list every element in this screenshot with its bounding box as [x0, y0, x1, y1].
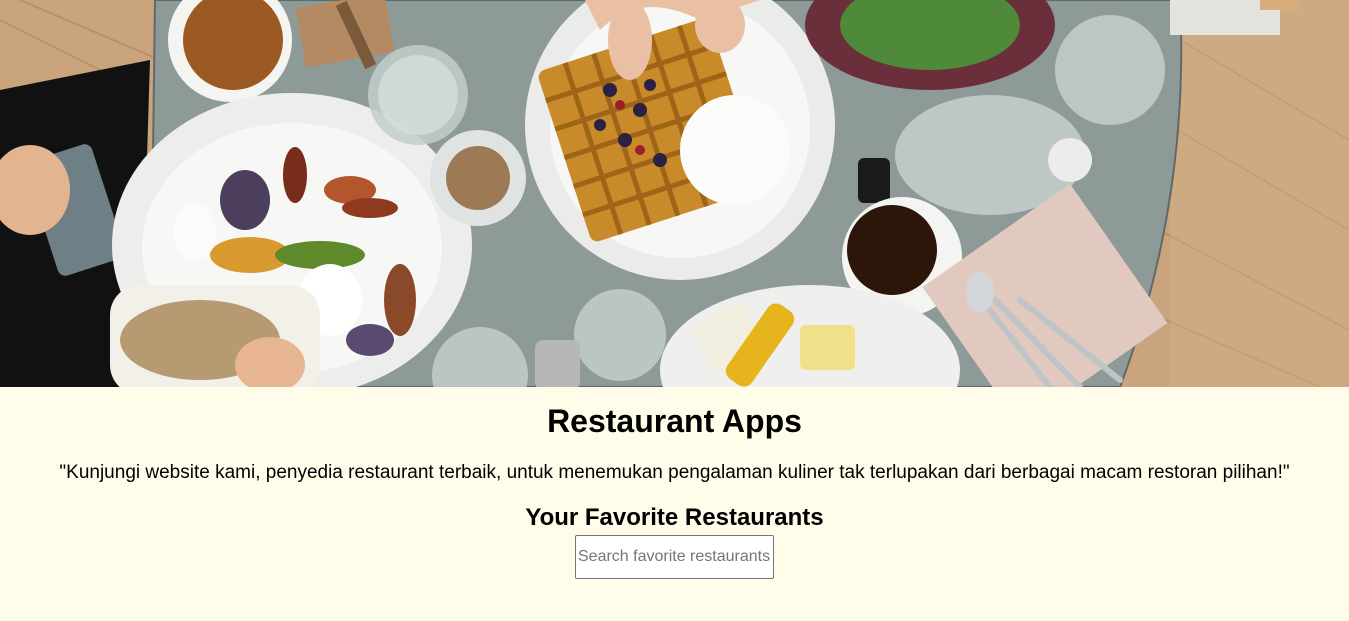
main-content: Restaurant Apps "Kunjungi website kami, …: [0, 387, 1349, 579]
favorites-heading: Your Favorite Restaurants: [525, 504, 824, 531]
page-title: Restaurant Apps: [547, 403, 802, 439]
search-container: [0, 535, 1349, 579]
tagline-text: "Kunjungi website kami, penyedia restaur…: [59, 462, 1290, 483]
hero-photo-illustration: [0, 0, 1349, 387]
hero-image: [0, 0, 1349, 387]
search-favorite-input[interactable]: [575, 535, 774, 579]
